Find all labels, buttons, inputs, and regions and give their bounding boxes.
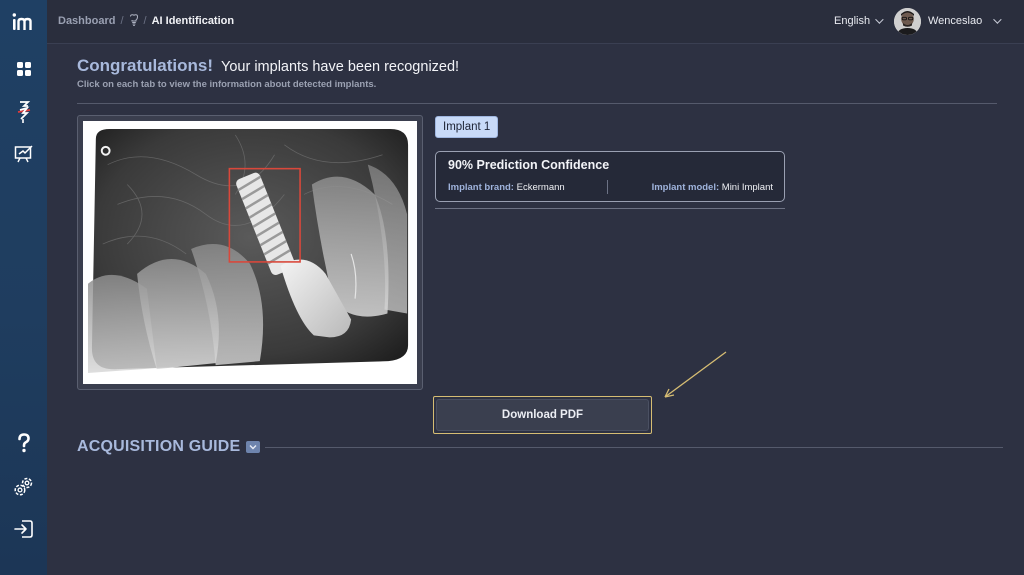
user-menu[interactable]: Wenceslao <box>928 15 1002 27</box>
xray-image <box>88 128 409 374</box>
breadcrumb-current: AI Identification <box>151 14 235 27</box>
implant-brand: Implant brand: Eckermann <box>448 182 565 193</box>
implant-scan-icon <box>17 101 30 123</box>
chevron-down-icon <box>875 15 884 24</box>
sidebar-item-dashboard[interactable] <box>0 60 47 78</box>
sidebar-item-board[interactable] <box>0 144 47 164</box>
chevron-down-icon <box>249 445 257 450</box>
expand-toggle[interactable] <box>246 441 261 453</box>
annotation-arrow-icon <box>664 351 727 398</box>
xray-image-panel <box>77 115 423 390</box>
sidebar-item-settings[interactable] <box>0 474 47 498</box>
divider <box>265 447 1003 448</box>
username-label: Wenceslao <box>928 15 983 27</box>
sidebar-item-help[interactable] <box>0 432 47 454</box>
user-avatar-icon <box>894 8 921 35</box>
download-pdf-button[interactable]: Download PDF <box>436 399 649 431</box>
implant-model: Implant model: Mini Implant <box>652 182 773 193</box>
acquisition-guide-title: ACQUISITION GUIDE <box>77 438 241 455</box>
acquisition-guide-header[interactable]: ACQUISITION GUIDE <box>77 438 261 456</box>
breadcrumb-dashboard[interactable]: Dashboard <box>58 15 115 27</box>
sidebar <box>0 0 47 575</box>
breadcrumb-separator: / <box>120 14 124 27</box>
gear-icon <box>13 477 32 496</box>
prediction-card: 90% Prediction Confidence Implant brand:… <box>435 151 785 202</box>
avatar[interactable] <box>894 8 921 35</box>
page-title: Congratulations! Your implants have been… <box>77 56 459 76</box>
board-icon <box>14 145 33 163</box>
page-title-rest: Your implants have been recognized! <box>221 59 460 75</box>
breadcrumb: Dashboard / / AI Identification <box>58 14 234 27</box>
divider <box>607 180 608 194</box>
page-title-strong: Congratulations! <box>77 56 213 75</box>
logo-icon <box>12 13 32 30</box>
top-bar: Dashboard / / AI Identification English … <box>47 0 1024 44</box>
implant-model-key: Implant model: <box>651 182 720 193</box>
chevron-down-icon <box>993 15 1002 24</box>
implant-model-value: Mini Implant <box>721 182 773 193</box>
tooth-icon <box>129 14 138 26</box>
language-label: English <box>834 15 871 27</box>
xray-image-container <box>83 121 417 384</box>
help-icon <box>17 433 30 453</box>
breadcrumb-separator: / <box>143 14 147 27</box>
app-logo[interactable] <box>0 10 47 34</box>
divider <box>77 103 997 104</box>
prediction-confidence: 90% Prediction Confidence <box>448 158 610 172</box>
implant-brand-value: Eckermann <box>516 182 565 193</box>
sidebar-item-logout[interactable] <box>0 518 47 540</box>
language-selector[interactable]: English <box>834 15 884 27</box>
sidebar-item-ai-identification[interactable] <box>0 98 47 126</box>
page-subtitle: Click on each tab to view the informatio… <box>77 79 377 90</box>
implant-brand-key: Implant brand: <box>448 182 514 193</box>
divider <box>435 208 785 209</box>
tab-implant-1[interactable]: Implant 1 <box>435 116 499 138</box>
grid-icon <box>16 62 31 76</box>
logout-icon <box>13 520 33 538</box>
